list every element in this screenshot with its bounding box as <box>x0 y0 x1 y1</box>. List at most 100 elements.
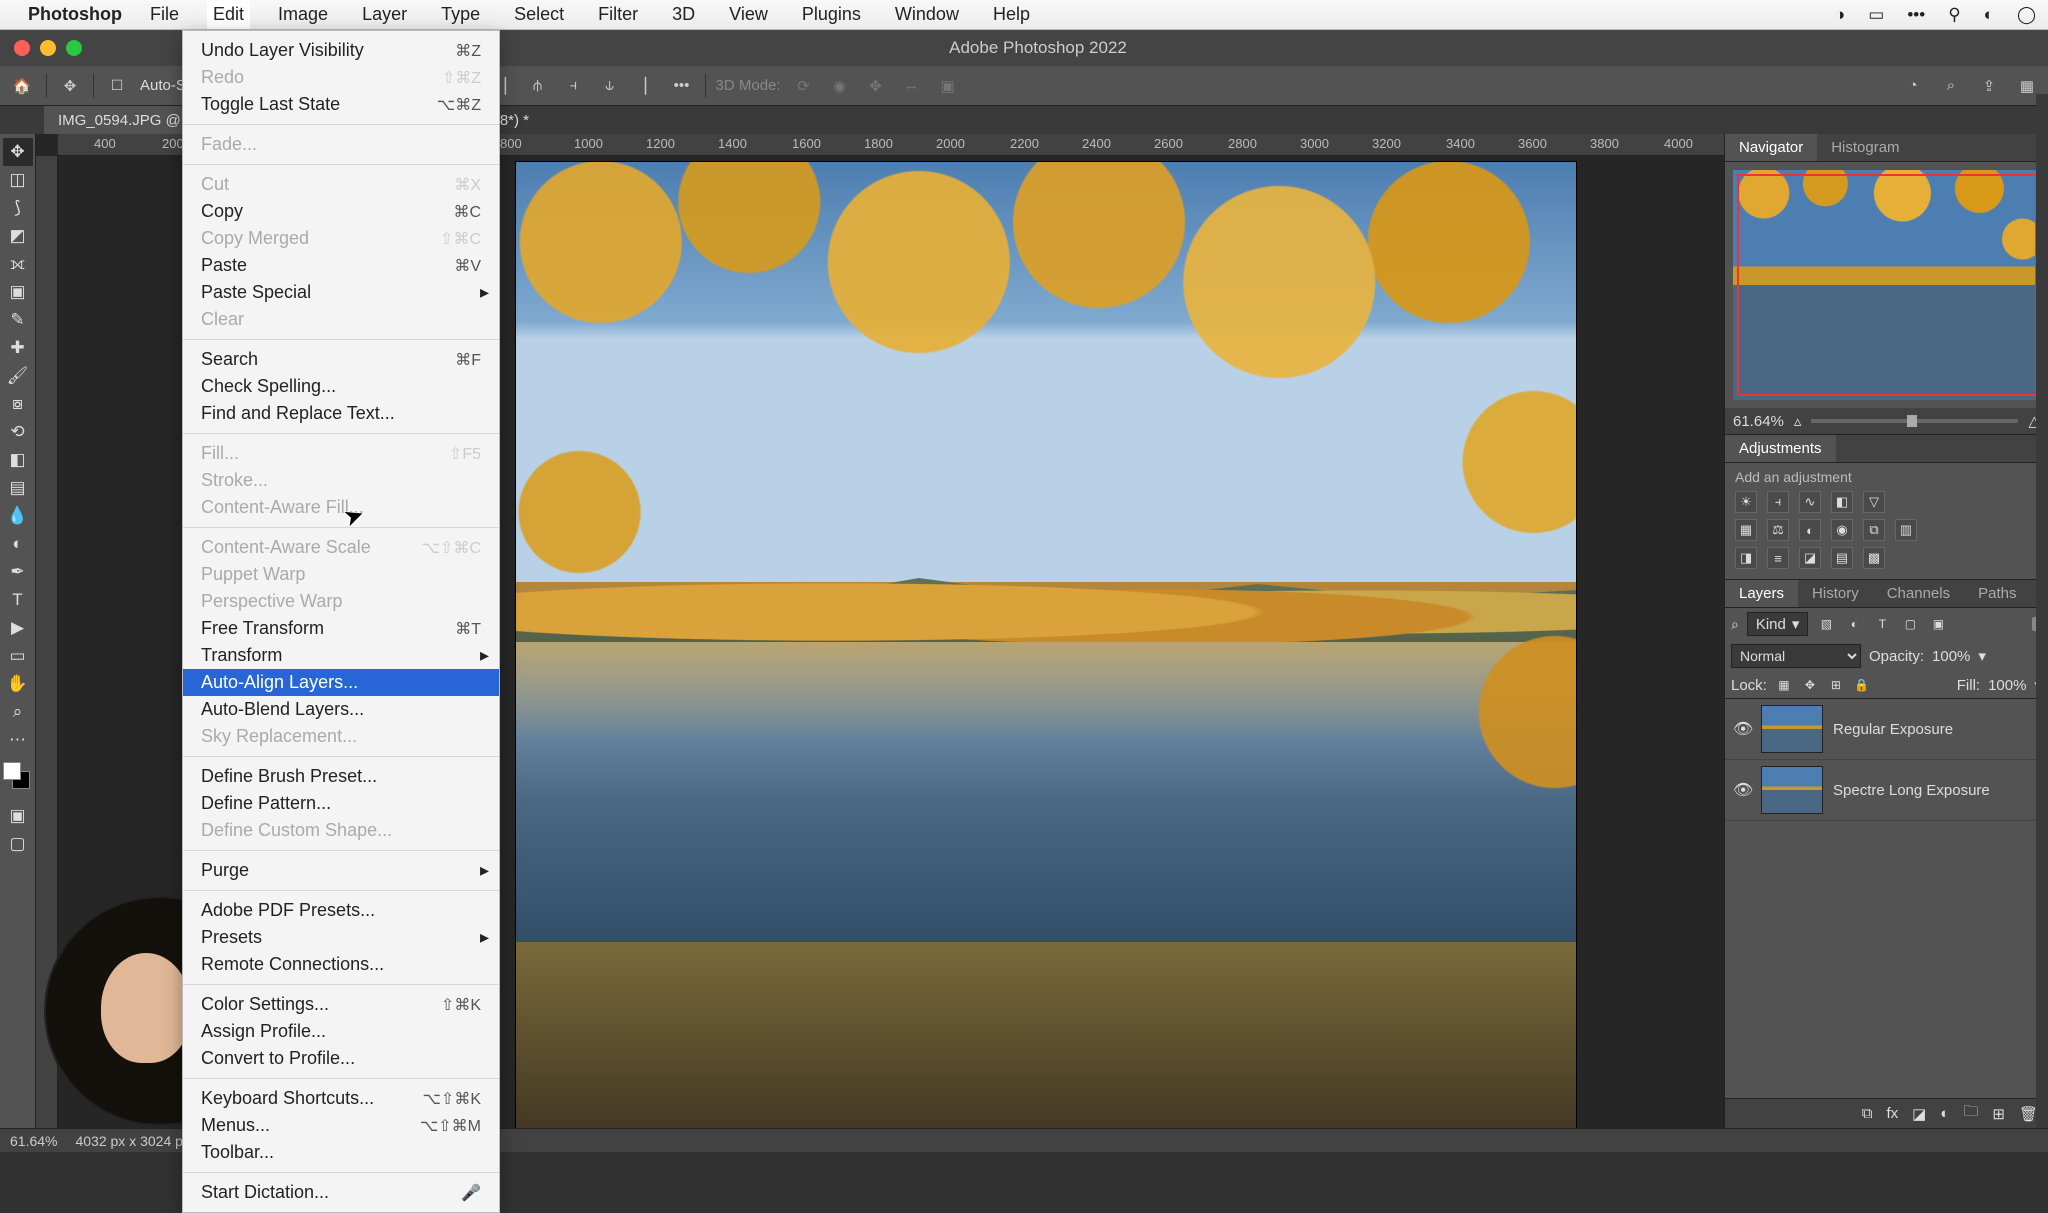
edit-menu-item[interactable]: Toggle Last State⌥⌘Z <box>183 91 499 118</box>
filter-shape-icon[interactable]: ▢ <box>1900 615 1920 633</box>
link-layers-icon[interactable]: ⧉ <box>1862 1105 1873 1122</box>
edit-menu-item[interactable]: Presets <box>183 924 499 951</box>
home-button[interactable]: 🏠 <box>8 72 36 100</box>
color-lookup-icon[interactable]: ▥ <box>1895 519 1917 541</box>
dodge-tool[interactable]: ◐ <box>3 530 33 558</box>
edit-menu-item[interactable]: Free Transform⌘T <box>183 615 499 642</box>
channel-mixer-icon[interactable]: ⧉ <box>1863 519 1885 541</box>
edit-menu-item[interactable]: Keyboard Shortcuts...⌥⇧⌘K <box>183 1085 499 1112</box>
layer-thumbnail[interactable] <box>1761 766 1823 814</box>
navigator-thumbnail[interactable] <box>1733 170 2041 400</box>
brightness-icon[interactable]: ☀ <box>1735 491 1757 513</box>
tab-navigator[interactable]: Navigator <box>1725 134 1817 161</box>
edit-menu-item[interactable]: Undo Layer Visibility⌘Z <box>183 37 499 64</box>
collapsed-panel-strip[interactable] <box>2036 94 2048 1128</box>
edit-menu-item[interactable]: Remote Connections... <box>183 951 499 978</box>
opacity-dropdown-icon[interactable]: ▾ <box>1978 647 1986 665</box>
photo-filter-icon[interactable]: ◉ <box>1831 519 1853 541</box>
bw-icon[interactable]: ◐ <box>1799 519 1821 541</box>
new-layer-icon[interactable]: ⊞ <box>1992 1105 2005 1123</box>
move-tool-icon[interactable]: ✥ <box>57 73 83 99</box>
tray-wifi-icon[interactable]: ⚲ <box>1948 5 1960 24</box>
edit-menu-item[interactable]: Start Dictation...🎤 <box>183 1179 499 1206</box>
stamp-tool[interactable]: ⧇ <box>3 390 33 418</box>
3d-slide-icon[interactable]: ↔ <box>899 73 925 99</box>
3d-roll-icon[interactable]: ◉ <box>827 73 853 99</box>
layer-visibility-icon[interactable]: 👁 <box>1733 719 1751 739</box>
share-icon[interactable]: ⇪ <box>1976 73 2002 99</box>
path-select-tool[interactable]: ▶ <box>3 614 33 642</box>
layer-row[interactable]: 👁 Spectre Long Exposure <box>1725 760 2048 821</box>
navigator-zoom-value[interactable]: 61.64% <box>1733 413 1784 430</box>
healing-tool[interactable]: ✚ <box>3 334 33 362</box>
lock-artboard-icon[interactable]: ⊞ <box>1827 677 1845 693</box>
align-middle-icon[interactable]: ⫞ <box>561 73 587 99</box>
auto-select-checkbox[interactable]: ☐ <box>104 73 130 99</box>
align-top-icon[interactable]: ⫛ <box>525 73 551 99</box>
marquee-tool[interactable]: ◫ <box>3 166 33 194</box>
window-minimize-button[interactable] <box>40 40 56 56</box>
menu-file[interactable]: File <box>144 0 185 29</box>
edit-menu-item[interactable]: Menus...⌥⇧⌘M <box>183 1112 499 1139</box>
lock-all-icon[interactable]: 🔒 <box>1853 677 1871 693</box>
quick-mask-icon[interactable]: ▣ <box>3 802 33 830</box>
layer-visibility-icon[interactable]: 👁 <box>1733 780 1751 800</box>
navigator-preview[interactable] <box>1725 162 2048 408</box>
tray-more-icon[interactable]: ••• <box>1907 5 1925 24</box>
menu-3d[interactable]: 3D <box>666 0 701 29</box>
edit-menu-item[interactable]: Paste⌘V <box>183 252 499 279</box>
curves-icon[interactable]: ∿ <box>1799 491 1821 513</box>
threshold-icon[interactable]: ◪ <box>1799 547 1821 569</box>
object-select-tool[interactable]: ◩ <box>3 222 33 250</box>
tab-histogram[interactable]: Histogram <box>1817 134 1913 161</box>
eraser-tool[interactable]: ◧ <box>3 446 33 474</box>
tray-cc-icon[interactable]: ◑ <box>1835 5 1845 24</box>
lock-pixels-icon[interactable]: ▦ <box>1775 677 1793 693</box>
edit-menu-item[interactable]: Find and Replace Text... <box>183 400 499 427</box>
layer-mask-icon[interactable]: ◪ <box>1912 1105 1926 1123</box>
exposure-icon[interactable]: ◧ <box>1831 491 1853 513</box>
menu-edit[interactable]: Edit <box>207 0 250 29</box>
shape-tool[interactable]: ▭ <box>3 642 33 670</box>
tray-siri-icon[interactable]: ◯ <box>2017 5 2036 24</box>
foreground-color[interactable] <box>3 762 21 780</box>
edit-toolbar[interactable]: ⋯ <box>3 726 33 754</box>
layer-filter-kind[interactable]: Kind▾ <box>1747 612 1809 636</box>
pen-tool[interactable]: ✒ <box>3 558 33 586</box>
edit-menu-item[interactable]: Transform <box>183 642 499 669</box>
edit-menu-item[interactable]: Check Spelling... <box>183 373 499 400</box>
zoom-out-icon[interactable]: ▵ <box>1794 412 1802 430</box>
color-balance-icon[interactable]: ⚖ <box>1767 519 1789 541</box>
tab-channels[interactable]: Channels <box>1873 580 1964 607</box>
layer-name[interactable]: Regular Exposure <box>1833 721 1953 738</box>
distribute-icon[interactable]: ⎮ <box>633 73 659 99</box>
search-icon[interactable]: ⌕ <box>1938 73 1964 99</box>
type-tool[interactable]: T <box>3 586 33 614</box>
menu-plugins[interactable]: Plugins <box>796 0 867 29</box>
layer-thumbnail[interactable] <box>1761 705 1823 753</box>
filter-smart-icon[interactable]: ▣ <box>1928 615 1948 633</box>
move-tool[interactable]: ✥ <box>3 138 33 166</box>
menu-help[interactable]: Help <box>987 0 1036 29</box>
invert-icon[interactable]: ◨ <box>1735 547 1757 569</box>
window-maximize-button[interactable] <box>66 40 82 56</box>
navigator-viewbox[interactable] <box>1737 174 2037 396</box>
posterize-icon[interactable]: ≡ <box>1767 547 1789 569</box>
gradient-map-icon[interactable]: ▤ <box>1831 547 1853 569</box>
cloud-docs-icon[interactable]: ◔ <box>1900 73 1926 99</box>
filter-adjust-icon[interactable]: ◐ <box>1844 615 1864 633</box>
document-canvas[interactable] <box>516 162 1576 1128</box>
menu-filter[interactable]: Filter <box>592 0 644 29</box>
edit-menu-item[interactable]: Auto-Blend Layers... <box>183 696 499 723</box>
menu-image[interactable]: Image <box>272 0 334 29</box>
eyedropper-tool[interactable]: ✎ <box>3 306 33 334</box>
history-brush-tool[interactable]: ⟲ <box>3 418 33 446</box>
lasso-tool[interactable]: ⟆ <box>3 194 33 222</box>
menu-view[interactable]: View <box>723 0 774 29</box>
layer-row[interactable]: 👁 Regular Exposure <box>1725 699 2048 760</box>
edit-menu-item[interactable]: Define Brush Preset... <box>183 763 499 790</box>
tab-history[interactable]: History <box>1798 580 1873 607</box>
tab-layers[interactable]: Layers <box>1725 580 1798 607</box>
edit-menu-item[interactable]: Copy⌘C <box>183 198 499 225</box>
new-adjustment-icon[interactable]: ◐ <box>1940 1105 1949 1122</box>
